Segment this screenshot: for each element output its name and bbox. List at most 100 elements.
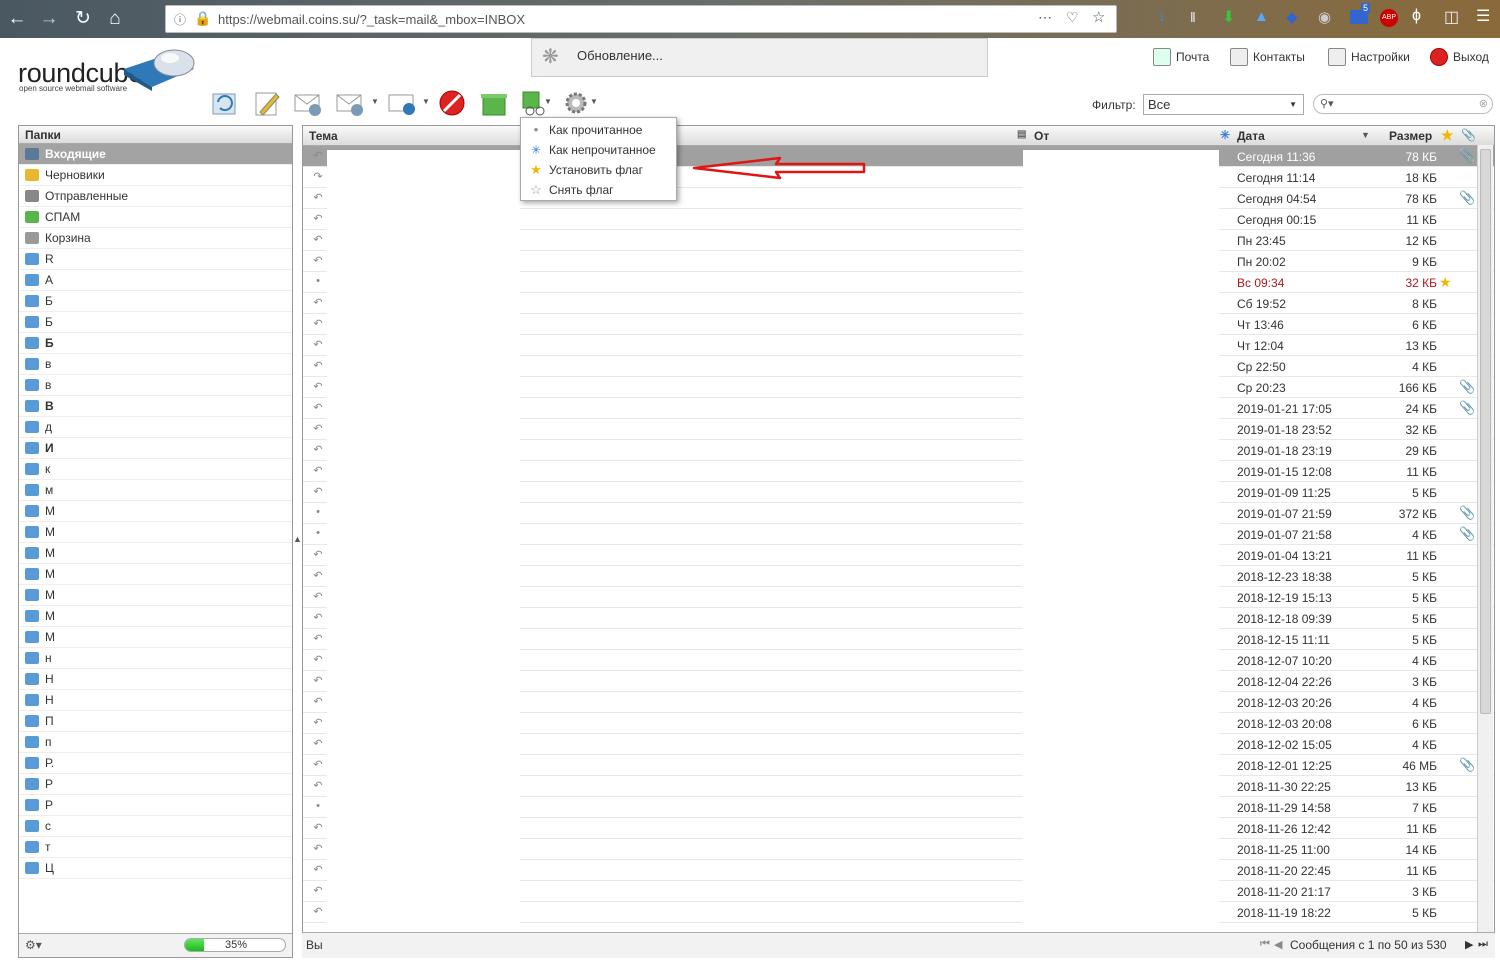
folder-item[interactable]: М xyxy=(19,501,292,522)
bolt-icon[interactable]: ϕ xyxy=(1412,7,1421,25)
menu-mark-read[interactable]: ● Как прочитанное xyxy=(521,120,676,140)
folder-item[interactable]: Корзина xyxy=(19,228,292,249)
menu-unset-flag[interactable]: ☆ Снять флаг xyxy=(521,180,676,200)
select-label[interactable]: Вы xyxy=(306,938,323,952)
sort-desc-icon[interactable]: ▼ xyxy=(1361,130,1370,140)
menu-mark-unread[interactable]: ✳ Как непрочитанное xyxy=(521,140,676,160)
nav-logout[interactable]: Выход xyxy=(1430,46,1489,68)
folder-item[interactable]: R xyxy=(19,249,292,270)
folder-item[interactable]: М xyxy=(19,522,292,543)
url-text[interactable]: https://webmail.coins.su/?_task=mail&_mb… xyxy=(218,12,525,27)
menu-icon[interactable]: ☰ xyxy=(1476,6,1490,26)
reply-all-dropdown-icon[interactable]: ▼ xyxy=(371,97,379,106)
folder-item[interactable]: Ц xyxy=(19,858,292,879)
nav-contacts[interactable]: Контакты xyxy=(1230,46,1305,68)
pane-resize-handle[interactable]: ▲ xyxy=(293,534,302,544)
folder-item[interactable]: Р xyxy=(19,795,292,816)
reply-icon[interactable] xyxy=(293,88,323,118)
mark-dropdown-icon[interactable]: ▼ xyxy=(544,97,552,106)
first-page-icon[interactable]: ⏮ xyxy=(1260,938,1270,951)
scrollbar-thumb[interactable] xyxy=(1480,149,1491,714)
folder-item[interactable]: М xyxy=(19,564,292,585)
folder-item[interactable]: Входящие xyxy=(19,144,292,165)
folder-item[interactable]: с xyxy=(19,816,292,837)
folder-item[interactable]: Отправленные xyxy=(19,186,292,207)
forward-icon[interactable]: → xyxy=(36,7,62,31)
folder-item[interactable]: Черновики xyxy=(19,165,292,186)
folder-item[interactable]: В xyxy=(19,396,292,417)
spam-button-icon[interactable] xyxy=(479,88,509,118)
prev-page-icon[interactable]: ◀ xyxy=(1274,938,1282,951)
search-input[interactable]: ⚲▾ ⊗ xyxy=(1313,94,1493,114)
folder-item[interactable]: М xyxy=(19,543,292,564)
folder-item[interactable]: М xyxy=(19,627,292,648)
folder-item[interactable]: к xyxy=(19,459,292,480)
sidebar-icon[interactable]: ◫ xyxy=(1444,7,1459,27)
more-actions-gear-icon[interactable] xyxy=(561,88,591,118)
clear-search-icon[interactable]: ⊗ xyxy=(1479,97,1488,110)
message-date: 2018-12-03 20:08 xyxy=(1237,717,1332,731)
forward-dropdown-icon[interactable]: ▼ xyxy=(422,97,430,106)
globe-icon[interactable]: ◉ xyxy=(1318,8,1331,26)
reply-all-icon[interactable] xyxy=(335,88,365,118)
folder-item[interactable]: М xyxy=(19,606,292,627)
more-actions-dropdown-icon[interactable]: ▼ xyxy=(590,97,598,106)
folder-item[interactable]: Б xyxy=(19,312,292,333)
folder-item[interactable]: Н xyxy=(19,669,292,690)
flag-column-icon[interactable]: ★ xyxy=(1441,127,1454,144)
col-from[interactable]: От xyxy=(1034,129,1049,143)
unread-sort-icon[interactable]: ✳ xyxy=(1220,128,1230,142)
extension-icon[interactable]: ◆ xyxy=(1286,8,1298,26)
from-column-icon[interactable]: ▤ xyxy=(1017,129,1026,140)
compose-icon[interactable] xyxy=(252,88,282,118)
folder-item[interactable]: в xyxy=(19,375,292,396)
search-icon[interactable]: ⚲▾ xyxy=(1320,97,1334,110)
folder-item[interactable]: Р. xyxy=(19,753,292,774)
folder-item[interactable]: н xyxy=(19,648,292,669)
back-icon[interactable]: ← xyxy=(4,7,30,31)
menu-set-flag[interactable]: ★ Установить флаг xyxy=(521,160,676,180)
bookmark-star-icon[interactable]: ☆ xyxy=(1092,8,1105,26)
attachment-column-icon[interactable]: 📎 xyxy=(1461,128,1476,142)
folder-item[interactable]: Б xyxy=(19,291,292,312)
pocket-icon[interactable]: ♡ xyxy=(1066,9,1079,26)
info-icon[interactable]: ⓘ xyxy=(174,11,186,28)
folder-item[interactable]: СПАМ xyxy=(19,207,292,228)
folder-item[interactable]: А xyxy=(19,270,292,291)
more-icon[interactable]: ⋯ xyxy=(1038,9,1052,26)
flag-star-icon[interactable]: ★ xyxy=(1439,274,1452,291)
folder-item[interactable]: д xyxy=(19,417,292,438)
filter-select[interactable]: Все ▼ xyxy=(1143,94,1304,115)
col-subject[interactable]: Тема xyxy=(309,129,338,143)
adblock-icon[interactable]: ABP xyxy=(1380,9,1398,27)
message-list-scrollbar[interactable] xyxy=(1477,145,1493,932)
download-icon[interactable]: ↓ xyxy=(1158,8,1166,26)
folder-item[interactable]: м xyxy=(19,480,292,501)
col-date[interactable]: Дата xyxy=(1237,129,1265,143)
next-page-icon[interactable]: ▶ xyxy=(1465,938,1473,951)
last-page-icon[interactable]: ⏭ xyxy=(1478,938,1488,951)
folder-item[interactable]: М xyxy=(19,585,292,606)
address-bar[interactable]: ⓘ 🔒 https://webmail.coins.su/?_task=mail… xyxy=(165,5,1117,33)
library-icon[interactable]: ‖ xyxy=(1190,9,1196,25)
reload-icon[interactable]: ↻ xyxy=(70,7,96,31)
folder-item[interactable]: И xyxy=(19,438,292,459)
nav-settings[interactable]: Настройки xyxy=(1328,46,1410,68)
folder-item[interactable]: Б xyxy=(19,333,292,354)
home-icon[interactable]: ⌂ xyxy=(102,7,128,31)
delete-icon[interactable] xyxy=(437,88,467,118)
folder-item[interactable]: Р xyxy=(19,774,292,795)
folder-item[interactable]: Н xyxy=(19,690,292,711)
extension-download-icon[interactable]: ⬇ xyxy=(1222,7,1235,27)
folder-settings-gear-icon[interactable]: ⚙▾ xyxy=(25,938,42,952)
refresh-mail-icon[interactable] xyxy=(210,88,240,118)
folder-item[interactable]: П xyxy=(19,711,292,732)
forward-mail-icon[interactable] xyxy=(387,88,417,118)
message-list-footer: Вы ⏮ ◀ Сообщения с 1 по 50 из 530 ▶ ⏭ xyxy=(302,932,1495,958)
folder-item[interactable]: п xyxy=(19,732,292,753)
folder-item[interactable]: в xyxy=(19,354,292,375)
folder-item[interactable]: т xyxy=(19,837,292,858)
cart-icon[interactable]: ▲ xyxy=(1254,8,1269,25)
col-size[interactable]: Размер xyxy=(1389,129,1432,143)
nav-mail[interactable]: Почта xyxy=(1153,46,1209,68)
